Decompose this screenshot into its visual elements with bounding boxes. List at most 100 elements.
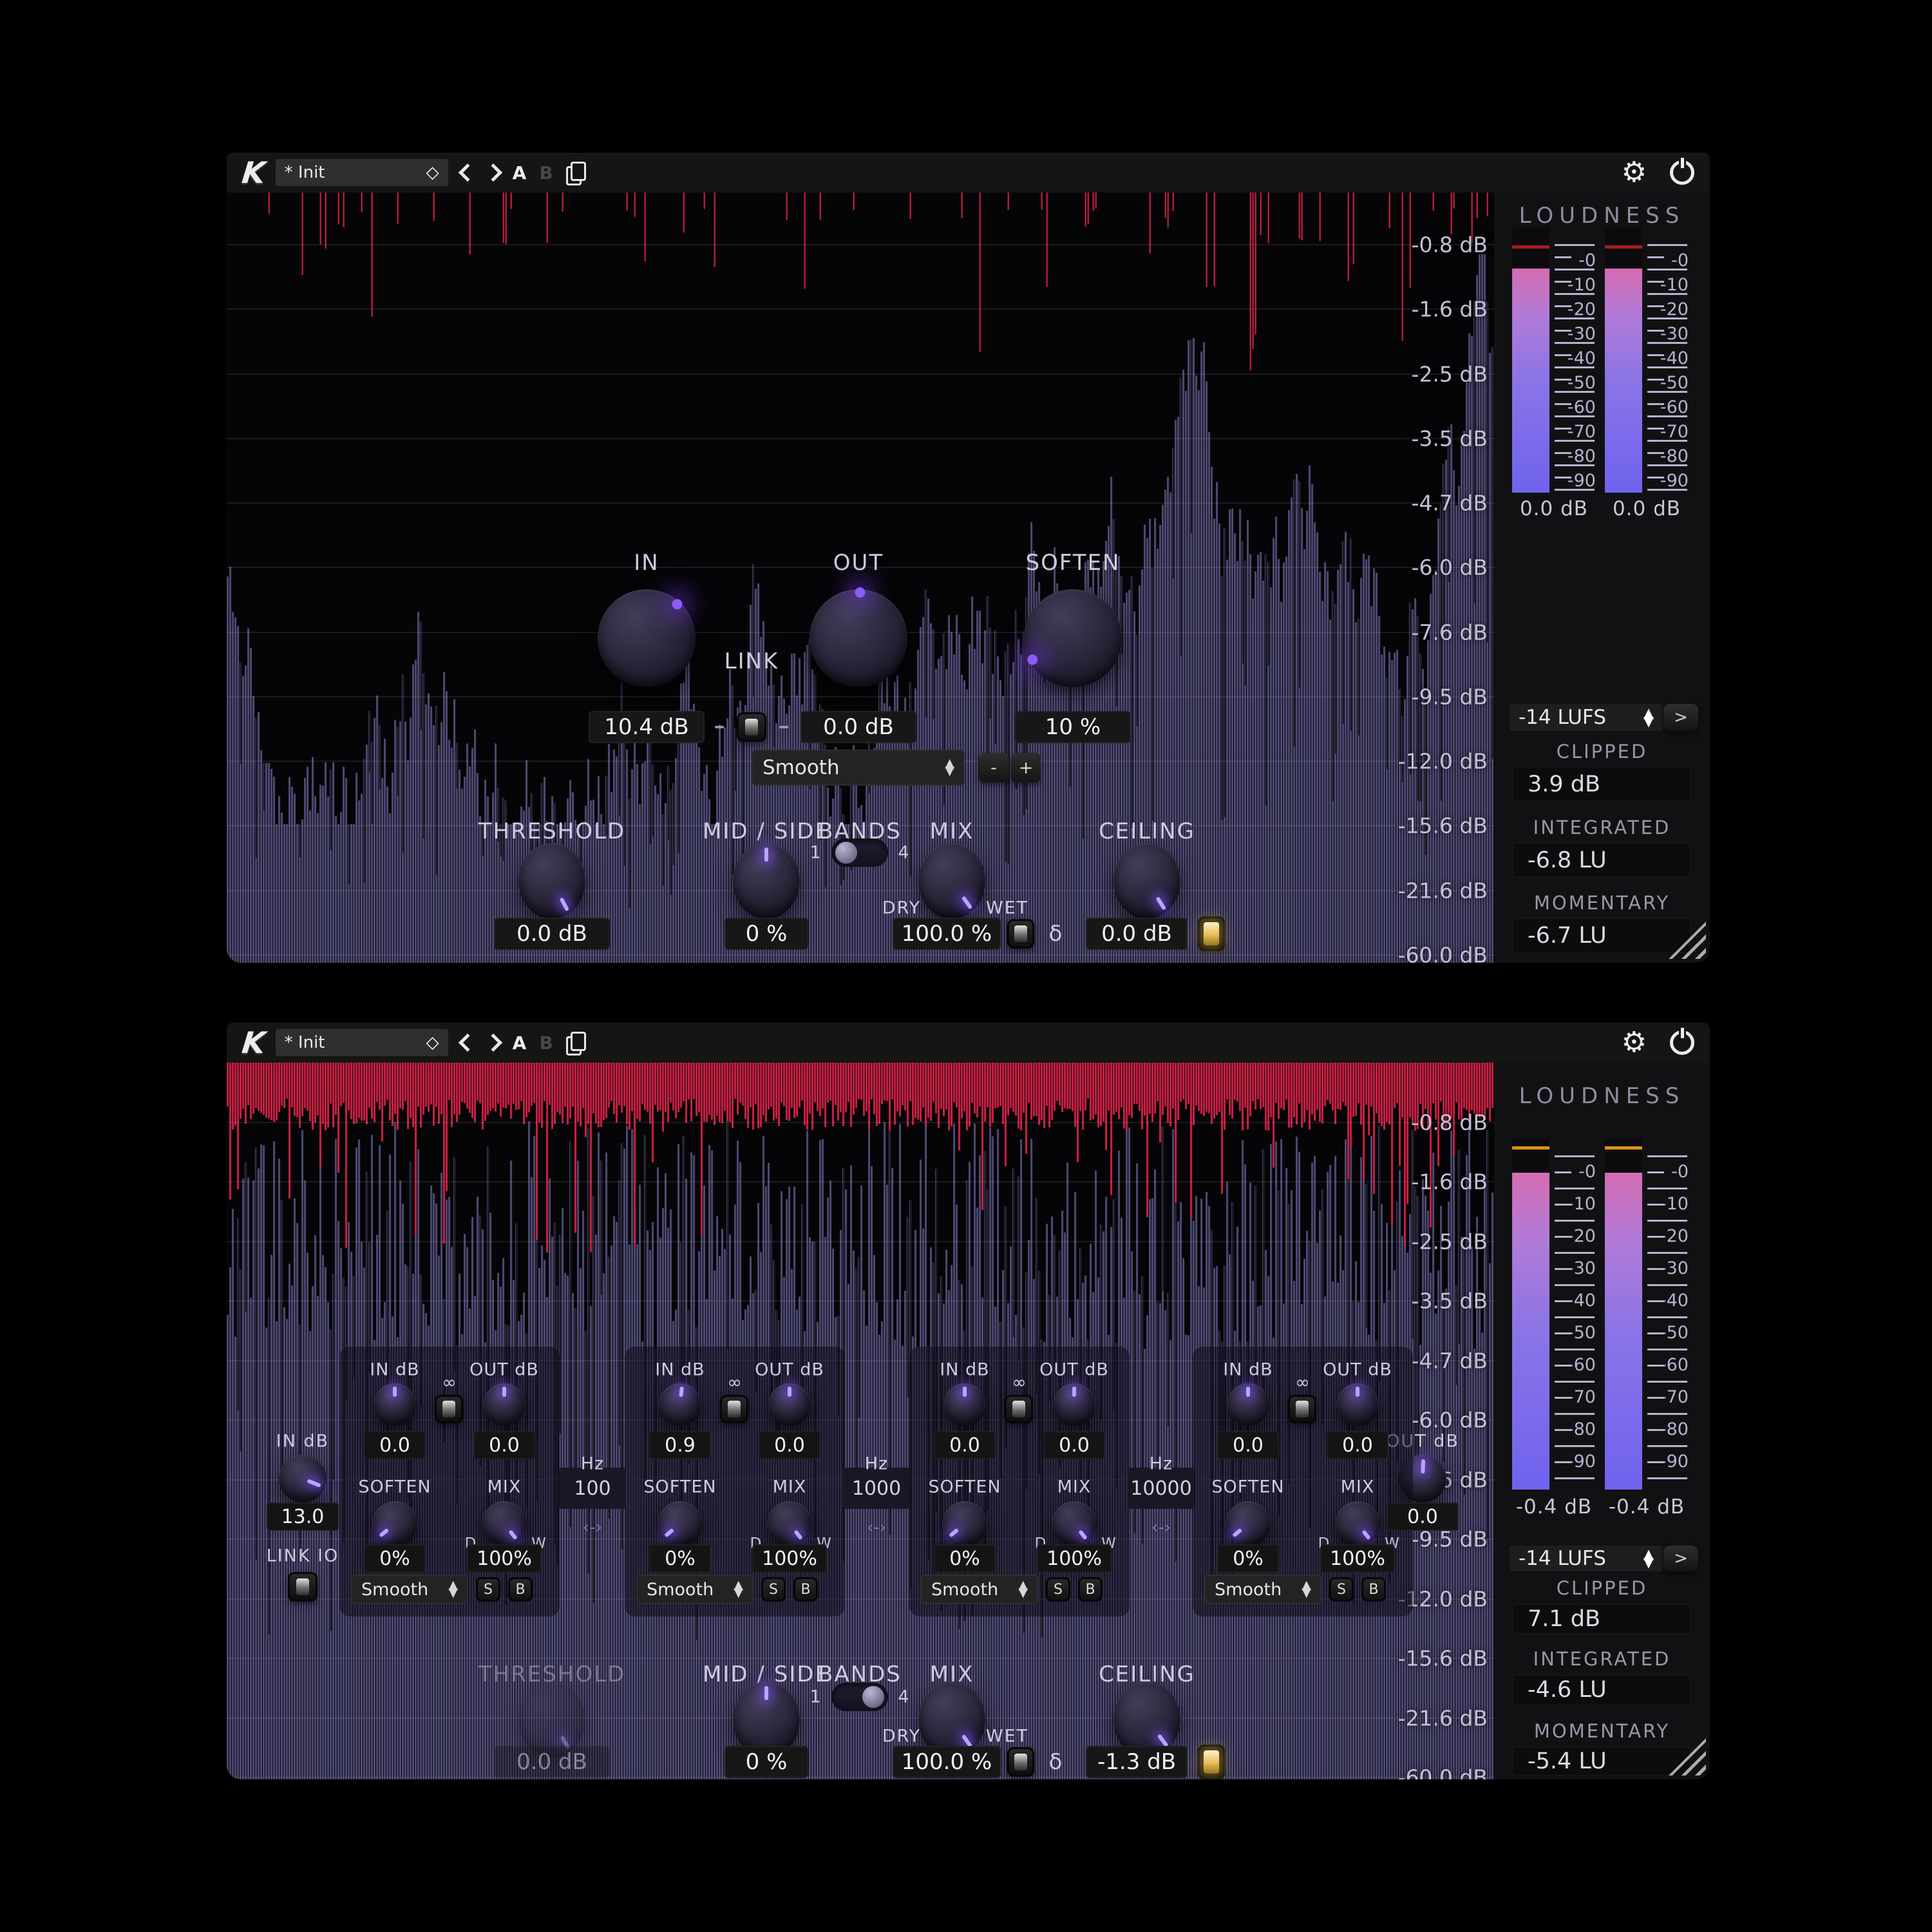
band-mix-knob[interactable] [1052,1501,1097,1546]
crossover-value[interactable]: 100 [559,1468,626,1509]
settings-gear-icon[interactable]: ⚙ [1622,1028,1647,1057]
band-soften-value[interactable]: 0% [934,1544,996,1573]
ceiling-enable-toggle[interactable] [1198,916,1225,951]
threshold-value[interactable]: 0.0 dB [494,918,610,950]
band-in-value[interactable]: 0.0 [1217,1431,1279,1459]
band-out-knob[interactable] [1053,1383,1095,1426]
settings-gear-icon[interactable]: ⚙ [1622,158,1647,187]
threshold-knob[interactable] [518,843,585,919]
band-in-knob[interactable] [659,1383,701,1426]
next-preset-icon[interactable] [484,164,502,182]
shape-minus-button[interactable]: - [979,753,1009,782]
delta-toggle[interactable] [1007,919,1034,949]
band-solo-button[interactable]: S [1046,1577,1070,1602]
ab-compare-a[interactable]: A [513,162,527,184]
shape-select[interactable]: Smooth ▲▼ [752,750,965,786]
lufs-target-select[interactable]: -14 LUFS ▲▼ [1510,704,1663,731]
band-soften-value[interactable]: 0% [1217,1544,1279,1573]
preset-selector[interactable]: * Init ◇ [276,159,448,186]
io-in-knob[interactable] [279,1455,327,1502]
band-shape-select[interactable]: Smooth▲▼ [351,1575,468,1604]
io-out-value[interactable]: 0.0 [1387,1502,1459,1531]
band-out-knob[interactable] [768,1383,811,1426]
band-bypass-button[interactable]: B [1361,1577,1386,1602]
lufs-target-select[interactable]: -14 LUFS ▲▼ [1510,1546,1663,1571]
crossover-drag-icon[interactable]: ‹-› [1151,1518,1171,1537]
copy-icon[interactable] [566,162,584,184]
next-preset-icon[interactable] [484,1034,502,1052]
band-soften-value[interactable]: 0% [649,1544,711,1573]
band-link-toggle[interactable] [1288,1395,1316,1423]
midside-knob[interactable] [733,843,800,919]
in-value[interactable]: 10.4 dB [589,711,705,743]
bands-switch[interactable] [831,1683,888,1711]
band-out-knob[interactable] [483,1383,526,1426]
ceiling-value[interactable]: 0.0 dB [1086,918,1188,950]
band-link-toggle[interactable] [720,1395,748,1423]
band-bypass-button[interactable]: B [508,1577,533,1602]
band-out-knob[interactable] [1336,1383,1379,1426]
expand-button[interactable]: > [1663,704,1698,731]
band-soften-knob[interactable] [658,1501,703,1546]
band-shape-select[interactable]: Smooth▲▼ [1204,1575,1321,1604]
band-in-value[interactable]: 0.0 [364,1431,426,1459]
shape-plus-button[interactable]: + [1011,753,1041,782]
out-knob[interactable] [810,589,907,687]
prev-preset-icon[interactable] [459,1034,477,1052]
ab-compare-a[interactable]: A [513,1032,527,1054]
band-out-value[interactable]: 0.0 [759,1431,820,1459]
band-shape-select[interactable]: Smooth▲▼ [921,1575,1038,1604]
band-mix-knob[interactable] [767,1501,812,1546]
power-icon[interactable] [1670,160,1694,185]
band-solo-button[interactable]: S [761,1577,786,1602]
band-in-value[interactable]: 0.9 [649,1431,711,1459]
band-in-value[interactable]: 0.0 [934,1431,996,1459]
band-out-value[interactable]: 0.0 [1043,1431,1105,1459]
band-shape-select[interactable]: Smooth▲▼ [636,1575,753,1604]
threshold-value[interactable]: 0.0 dB [494,1746,610,1778]
ceiling-knob[interactable] [1113,843,1180,919]
band-mix-value[interactable]: 100% [752,1544,827,1573]
band-out-value[interactable]: 0.0 [1327,1431,1388,1459]
crossover-drag-icon[interactable]: ‹-› [867,1518,886,1537]
band-mix-value[interactable]: 100% [467,1544,542,1573]
band-bypass-button[interactable]: B [793,1577,818,1602]
band-in-knob[interactable] [943,1383,986,1426]
ab-compare-b[interactable]: B [539,162,553,184]
link-toggle[interactable] [737,712,766,742]
band-soften-knob[interactable] [942,1501,987,1546]
band-soften-knob[interactable] [372,1501,417,1546]
band-in-knob[interactable] [1227,1383,1269,1426]
soften-knob[interactable] [1024,589,1122,687]
band-bypass-button[interactable]: B [1078,1577,1103,1602]
ceiling-enable-toggle[interactable] [1198,1745,1225,1779]
mix-value[interactable]: 100.0 % [893,918,1001,950]
band-out-value[interactable]: 0.0 [473,1431,535,1459]
band-mix-knob[interactable] [482,1501,527,1546]
band-solo-button[interactable]: S [476,1577,500,1602]
in-knob[interactable] [598,589,696,687]
link-io-toggle[interactable] [288,1572,317,1602]
out-value[interactable]: 0.0 dB [800,711,916,743]
ceiling-value[interactable]: -1.3 dB [1086,1746,1188,1778]
band-soften-knob[interactable] [1226,1501,1271,1546]
mix-value[interactable]: 100.0 % [893,1746,1001,1778]
band-mix-value[interactable]: 100% [1320,1544,1395,1573]
band-link-toggle[interactable] [435,1395,463,1423]
preset-selector[interactable]: * Init ◇ [276,1029,448,1056]
band-mix-value[interactable]: 100% [1037,1544,1112,1573]
expand-button[interactable]: > [1663,1546,1698,1571]
crossover-value[interactable]: 1000 [843,1468,910,1509]
band-link-toggle[interactable] [1005,1395,1033,1423]
band-mix-knob[interactable] [1335,1501,1380,1546]
soften-value[interactable]: 10 % [1015,711,1131,743]
mix-knob[interactable] [918,843,985,919]
prev-preset-icon[interactable] [459,164,477,182]
bands-switch[interactable] [831,838,888,867]
power-icon[interactable] [1670,1030,1694,1055]
midside-value[interactable]: 0 % [724,918,808,950]
band-soften-value[interactable]: 0% [364,1544,426,1573]
io-in-value[interactable]: 13.0 [267,1502,339,1531]
band-solo-button[interactable]: S [1329,1577,1354,1602]
midside-value[interactable]: 0 % [724,1746,808,1778]
